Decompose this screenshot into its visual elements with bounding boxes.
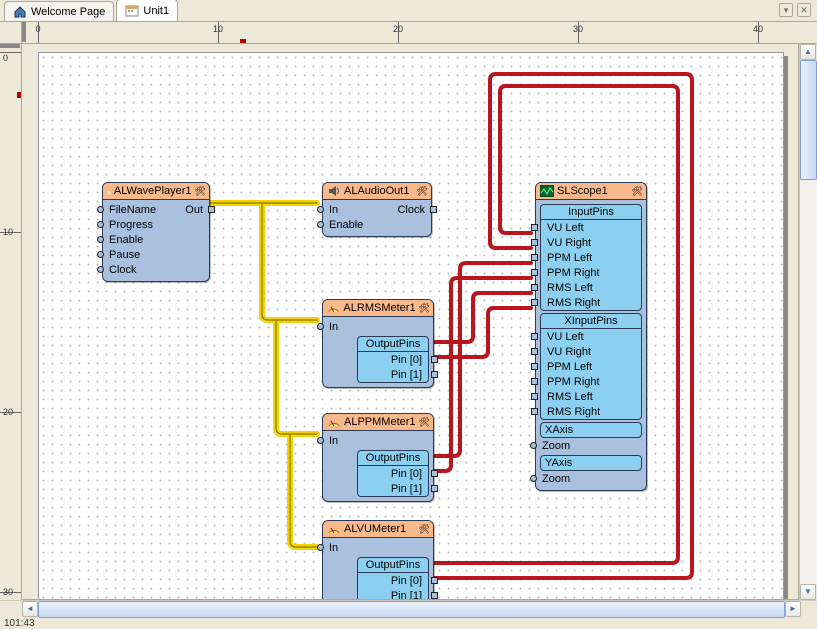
panel-outputpins: OutputPins xyxy=(358,451,428,466)
pin-out-0[interactable]: Pin [0] xyxy=(389,354,424,366)
speaker-icon xyxy=(327,185,341,197)
workspace: 0 10 20 30 40 0 10 20 30 xyxy=(0,22,817,618)
pin-in[interactable]: In xyxy=(327,204,340,216)
node-header[interactable]: ALVUMeter1 🛠 xyxy=(323,521,433,538)
node-alaudioout1[interactable]: ALAudioOut1 🛠 Clock In Enable xyxy=(322,182,432,237)
node-alvumeter1[interactable]: ALVUMeter1 🛠 In OutputPins Pin [0] Pin [… xyxy=(322,520,434,600)
vertical-scrollbar[interactable]: ▲ ▼ xyxy=(799,44,817,600)
pin-rms-right[interactable]: RMS Right xyxy=(545,297,602,309)
meter-icon xyxy=(327,416,341,428)
scroll-thumb[interactable] xyxy=(38,601,785,618)
ruler-vertical[interactable]: 0 10 20 30 xyxy=(0,44,22,600)
pin-enable[interactable]: Enable xyxy=(107,234,145,246)
pin-filename[interactable]: FileName xyxy=(107,204,158,216)
pin-out-1[interactable]: Pin [1] xyxy=(389,369,424,381)
wave-icon xyxy=(107,185,111,197)
form-icon xyxy=(125,4,139,18)
pin-x-rms-left[interactable]: RMS Left xyxy=(545,391,595,403)
node-header[interactable]: ALAudioOut1 🛠 xyxy=(323,183,431,200)
horizontal-scrollbar[interactable]: ◄ ► xyxy=(0,600,817,618)
pin-clock[interactable]: Clock xyxy=(107,264,139,276)
scroll-right-icon[interactable]: ► xyxy=(785,601,801,617)
design-canvas[interactable]: ALWavePlayer1 🛠 Out FileName Progress En… xyxy=(22,44,799,600)
node-alppmmeter1[interactable]: ALPPMMeter1 🛠 In OutputPins Pin [0] Pin … xyxy=(322,413,434,502)
pin-x-vu-right[interactable]: VU Right xyxy=(545,346,593,358)
scroll-down-icon[interactable]: ▼ xyxy=(800,584,816,600)
pin-ppm-left[interactable]: PPM Left xyxy=(545,252,594,264)
tab-welcome-label: Welcome Page xyxy=(31,6,105,18)
tab-max-icon[interactable]: ▾ xyxy=(779,3,793,17)
pin-x-rms-right[interactable]: RMS Right xyxy=(545,406,602,418)
wrench-icon[interactable]: 🛠 xyxy=(419,417,429,428)
pin-out-0[interactable]: Pin [0] xyxy=(389,575,424,587)
node-alrmsmeter1[interactable]: ALRMSMeter1 🛠 In OutputPins Pin [0] Pin … xyxy=(322,299,434,388)
tab-controls: ▾ ✕ xyxy=(779,3,811,17)
tab-welcome[interactable]: Welcome Page xyxy=(4,1,114,21)
panel-yaxis: YAxis xyxy=(540,455,642,471)
pin-ppm-right[interactable]: PPM Right xyxy=(545,267,602,279)
ruler-horizontal[interactable]: 0 10 20 30 40 xyxy=(22,22,799,44)
pin-in[interactable]: In xyxy=(327,542,340,554)
scope-icon xyxy=(540,185,554,197)
pin-out-1[interactable]: Pin [1] xyxy=(389,590,424,601)
panel-xaxis: XAxis xyxy=(540,422,642,438)
node-header[interactable]: ALWavePlayer1 🛠 xyxy=(103,183,209,200)
pin-progress[interactable]: Progress xyxy=(107,219,155,231)
pin-rms-left[interactable]: RMS Left xyxy=(545,282,595,294)
wrench-icon[interactable]: 🛠 xyxy=(632,186,642,197)
pin-yzoom[interactable]: Zoom xyxy=(540,473,572,485)
meter-icon xyxy=(327,302,340,314)
pin-enable[interactable]: Enable xyxy=(327,219,365,231)
node-header[interactable]: ALRMSMeter1 🛠 xyxy=(323,300,433,317)
node-header[interactable]: ALPPMMeter1 🛠 xyxy=(323,414,433,431)
pin-xzoom[interactable]: Zoom xyxy=(540,440,572,452)
node-alwaveplayer1[interactable]: ALWavePlayer1 🛠 Out FileName Progress En… xyxy=(102,182,210,282)
pin-out-1[interactable]: Pin [1] xyxy=(389,483,424,495)
ruler-corner xyxy=(0,22,22,44)
scroll-left-icon[interactable]: ◄ xyxy=(22,601,38,617)
home-icon xyxy=(13,5,27,19)
panel-outputpins: OutputPins xyxy=(358,558,428,573)
pin-pause[interactable]: Pause xyxy=(107,249,142,261)
pin-in[interactable]: In xyxy=(327,321,340,333)
wrench-icon[interactable]: 🛠 xyxy=(419,524,429,535)
pin-vu-right[interactable]: VU Right xyxy=(545,237,593,249)
status-bar: 101:43 xyxy=(0,618,817,624)
wrench-icon[interactable]: 🛠 xyxy=(419,303,429,314)
scroll-thumb[interactable] xyxy=(800,60,817,180)
wrench-icon[interactable]: 🛠 xyxy=(417,186,427,197)
pin-x-ppm-left[interactable]: PPM Left xyxy=(545,361,594,373)
node-header[interactable]: SLScope1 🛠 xyxy=(536,183,646,200)
panel-xinputpins: XInputPins xyxy=(541,314,641,329)
panel-outputpins: OutputPins xyxy=(358,337,428,352)
scroll-up-icon[interactable]: ▲ xyxy=(800,44,816,60)
pin-vu-left[interactable]: VU Left xyxy=(545,222,586,234)
wrench-icon[interactable]: 🛠 xyxy=(195,186,205,197)
pin-x-ppm-right[interactable]: PPM Right xyxy=(545,376,602,388)
tab-bar: Welcome Page Unit1 ▾ ✕ xyxy=(0,0,817,22)
pin-out-0[interactable]: Pin [0] xyxy=(389,468,424,480)
tab-close-icon[interactable]: ✕ xyxy=(797,3,811,17)
pin-x-vu-left[interactable]: VU Left xyxy=(545,331,586,343)
tab-unit1[interactable]: Unit1 xyxy=(116,0,178,21)
pin-in[interactable]: In xyxy=(327,435,340,447)
panel-inputpins: InputPins xyxy=(541,205,641,220)
node-slscope1[interactable]: SLScope1 🛠 InputPins VU Left VU Right PP… xyxy=(535,182,647,491)
meter-icon xyxy=(327,523,341,535)
tab-unit1-label: Unit1 xyxy=(143,5,169,17)
app-root: Welcome Page Unit1 ▾ ✕ 0 10 20 30 40 xyxy=(0,0,817,624)
